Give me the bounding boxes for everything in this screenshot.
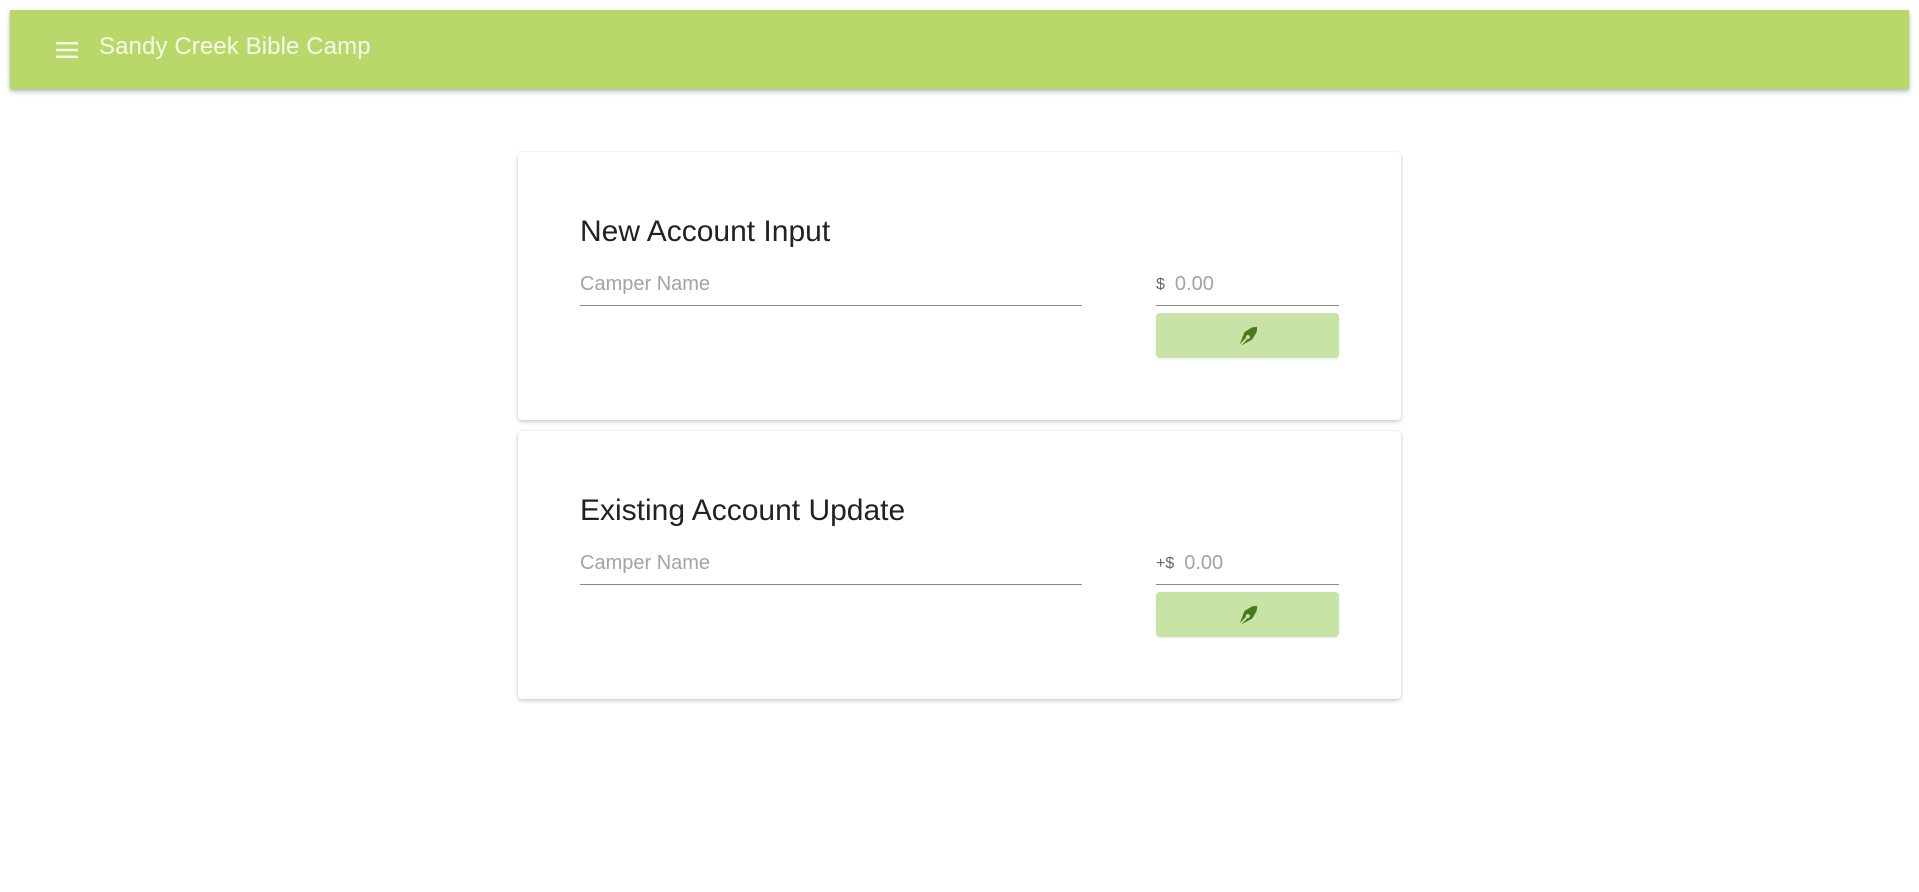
amount-field: $ — [1156, 269, 1440, 306]
new-account-card: New Account Input $ — [518, 152, 1440, 420]
amount-prefix: +$ — [1156, 555, 1175, 572]
amount-input[interactable] — [1184, 548, 1450, 578]
menu-button[interactable] — [56, 37, 102, 63]
amount-input[interactable] — [1174, 269, 1440, 299]
card-title: Existing Account Update — [580, 494, 906, 527]
existing-account-card: Existing Account Update +$ — [518, 431, 1450, 699]
pen-icon — [1239, 605, 1257, 625]
submit-new-account-button[interactable] — [1156, 313, 1339, 358]
pen-icon — [1239, 326, 1257, 346]
camper-name-input[interactable] — [580, 548, 1082, 578]
app-title: Sandy Creek Bible Camp — [99, 33, 371, 60]
card-title: New Account Input — [580, 215, 831, 248]
submit-existing-account-button[interactable] — [1156, 592, 1339, 637]
amount-field: +$ — [1156, 548, 1450, 585]
amount-prefix: $ — [1156, 276, 1165, 293]
menu-icon — [56, 42, 78, 58]
camper-name-field — [580, 269, 1082, 306]
camper-name-input[interactable] — [580, 269, 1082, 299]
app-bar: Sandy Creek Bible Camp — [10, 10, 1909, 89]
camper-name-field — [580, 548, 1082, 585]
